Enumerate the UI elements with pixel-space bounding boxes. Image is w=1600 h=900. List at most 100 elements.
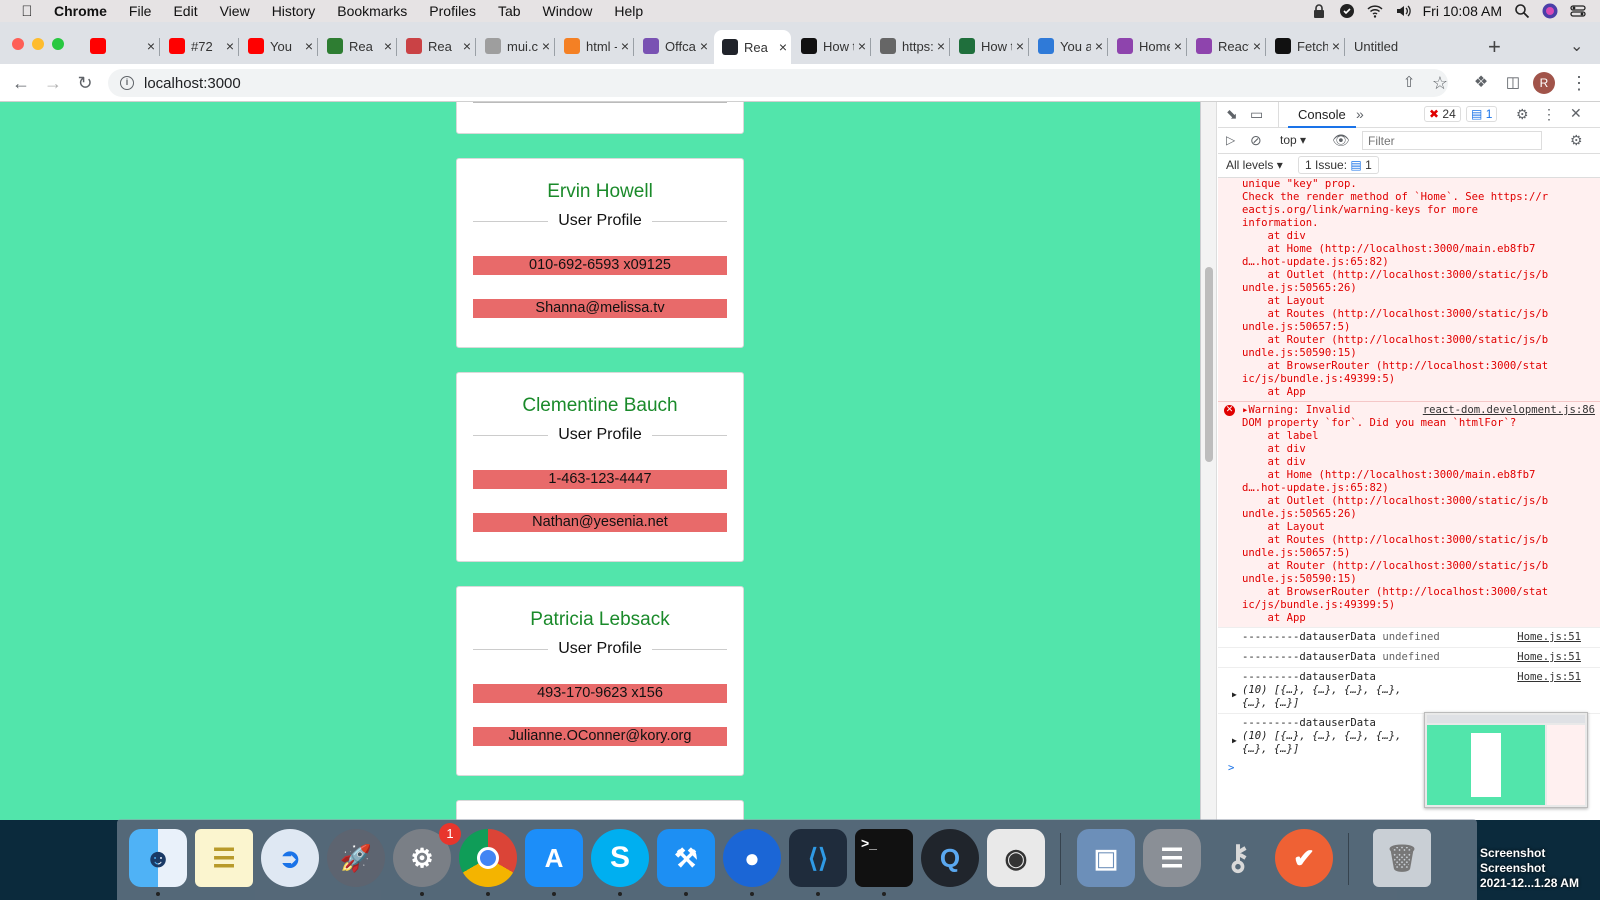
inspect-element-icon[interactable]: ⬊ xyxy=(1226,106,1238,123)
menu-bar-clock[interactable]: Fri 10:08 AM xyxy=(1423,3,1502,19)
close-tab-icon[interactable]: × xyxy=(700,38,708,54)
close-tab-icon[interactable]: × xyxy=(1253,38,1261,54)
menu-edit[interactable]: Edit xyxy=(173,3,197,19)
menu-app-chrome[interactable]: Chrome xyxy=(54,3,107,19)
menu-window[interactable]: Window xyxy=(543,3,593,19)
close-tab-icon[interactable]: × xyxy=(384,38,392,54)
log-array-preview[interactable]: {…}, {…}] xyxy=(1242,697,1595,710)
devtools-menu-icon[interactable]: ⋮ xyxy=(1542,106,1556,123)
database-icon[interactable]: ☰ xyxy=(1143,829,1201,887)
screenshot-thumbnail-preview[interactable] xyxy=(1424,712,1588,808)
control-center-icon[interactable] xyxy=(1570,3,1586,19)
live-expression-eye-icon[interactable]: 👁 xyxy=(1332,132,1350,149)
menu-view[interactable]: View xyxy=(220,3,250,19)
keychain-icon[interactable]: ⚷ xyxy=(1209,829,1267,887)
expand-triangle-icon[interactable]: ▶ xyxy=(1232,688,1237,701)
settings-gear-icon[interactable]: ⚙ xyxy=(1516,106,1529,123)
close-tab-icon[interactable]: × xyxy=(621,38,629,54)
close-tab-icon[interactable]: × xyxy=(542,38,550,54)
tab-console[interactable]: Console xyxy=(1288,102,1356,128)
browser-tab[interactable]: Offcanv× xyxy=(635,30,712,62)
desktop-screenshot-files[interactable]: Screenshot Screenshot 2021-12...1.28 AM xyxy=(1480,846,1600,891)
preview-icon[interactable]: ▣ xyxy=(1077,829,1135,887)
device-toolbar-icon[interactable]: ▭ xyxy=(1250,106,1263,123)
console-filter-input[interactable] xyxy=(1362,131,1542,150)
expand-triangle-icon[interactable]: ▶ xyxy=(1232,734,1237,747)
siri-icon[interactable] xyxy=(1542,3,1558,19)
sourcetree-icon[interactable]: ● xyxy=(723,829,781,887)
browser-tab[interactable]: How to× xyxy=(793,30,870,62)
browser-tab[interactable]: #72 × xyxy=(161,30,238,62)
error-source-link[interactable]: react-dom.development.js:86 xyxy=(1423,404,1595,417)
log-source-link[interactable]: Home.js:51 xyxy=(1517,631,1581,644)
menu-help[interactable]: Help xyxy=(614,3,643,19)
browser-tab[interactable]: https://× xyxy=(872,30,949,62)
menu-tab[interactable]: Tab xyxy=(498,3,521,19)
messages-badge[interactable]: ▤ 1 xyxy=(1466,106,1498,122)
scrollbar-thumb[interactable] xyxy=(1205,267,1213,462)
postman-icon[interactable]: ✔ xyxy=(1275,829,1333,887)
side-panel-icon[interactable]: ◫ xyxy=(1502,72,1524,94)
shield-check-icon[interactable] xyxy=(1339,3,1355,19)
close-tab-icon[interactable]: × xyxy=(937,38,945,54)
apple-menu-icon[interactable]:  xyxy=(18,3,36,20)
notes-icon[interactable]: ☰ xyxy=(195,829,253,887)
issues-button[interactable]: 1 Issue: ▤ 1 xyxy=(1298,156,1379,174)
log-source-link[interactable]: Home.js:51 xyxy=(1517,671,1581,684)
menu-file[interactable]: File xyxy=(129,3,152,19)
extensions-puzzle-icon[interactable]: ❖ xyxy=(1470,72,1492,94)
page-scrollbar[interactable] xyxy=(1201,102,1217,820)
safari-icon[interactable]: ➲ xyxy=(261,829,319,887)
close-tab-icon[interactable]: × xyxy=(147,38,155,54)
errors-badge[interactable]: ✖ 24 xyxy=(1424,106,1461,122)
browser-tab[interactable]: Rea × xyxy=(714,30,791,64)
clear-console-icon[interactable]: ⊘ xyxy=(1250,132,1262,149)
context-selector[interactable]: top ▾ xyxy=(1280,133,1306,147)
xcode-icon[interactable]: ⚒ xyxy=(657,829,715,887)
browser-tab[interactable]: You × xyxy=(240,30,317,62)
sidebar-toggle-icon[interactable]: ▷ xyxy=(1226,133,1235,147)
share-icon[interactable]: ⇧ xyxy=(1398,72,1420,94)
close-tab-icon[interactable]: × xyxy=(1332,38,1340,54)
browser-tab[interactable]: Untitled xyxy=(1346,30,1423,62)
wifi-icon[interactable] xyxy=(1367,3,1383,19)
browser-tab[interactable]: Fetch A× xyxy=(1267,30,1344,62)
back-arrow-icon[interactable]: ← xyxy=(10,72,32,94)
window-maximize-button[interactable] xyxy=(52,38,64,50)
close-tab-icon[interactable]: × xyxy=(1016,38,1024,54)
chrome-menu-icon[interactable]: ⋮ xyxy=(1568,72,1590,94)
forward-arrow-icon[interactable]: → xyxy=(42,72,64,94)
profile-avatar[interactable]: R xyxy=(1533,72,1555,94)
close-tab-icon[interactable]: × xyxy=(779,39,787,55)
menu-history[interactable]: History xyxy=(272,3,316,19)
reload-icon[interactable]: ↻ xyxy=(74,72,96,94)
browser-tab[interactable]: html - F× xyxy=(556,30,633,62)
address-bar-url[interactable]: localhost:3000 xyxy=(144,75,241,92)
browser-tab[interactable]: How to× xyxy=(951,30,1028,62)
log-levels-dropdown[interactable]: All levels ▾ xyxy=(1226,158,1283,172)
close-tab-icon[interactable]: × xyxy=(305,38,313,54)
browser-tab[interactable]: × xyxy=(82,30,159,62)
menu-profiles[interactable]: Profiles xyxy=(429,3,476,19)
chrome-icon[interactable] xyxy=(459,829,517,887)
browser-tab[interactable]: You are× xyxy=(1030,30,1107,62)
trash-icon[interactable]: 🗑 xyxy=(1373,829,1431,887)
window-minimize-button[interactable] xyxy=(32,38,44,50)
log-array-preview[interactable]: (10) [{…}, {…}, {…}, {…}, xyxy=(1242,684,1595,697)
browser-tab[interactable]: Rea × xyxy=(319,30,396,62)
menu-bookmarks[interactable]: Bookmarks xyxy=(337,3,407,19)
skype-icon[interactable]: S xyxy=(591,829,649,887)
bookmark-star-icon[interactable]: ☆ xyxy=(1429,72,1451,94)
close-tab-icon[interactable]: × xyxy=(1095,38,1103,54)
close-tab-icon[interactable]: × xyxy=(463,38,471,54)
browser-tab[interactable]: React F× xyxy=(1188,30,1265,62)
quicktime-icon[interactable]: Q xyxy=(921,829,979,887)
new-tab-button[interactable]: + xyxy=(1488,34,1501,60)
browser-tab[interactable]: mui.cor× xyxy=(477,30,554,62)
launchpad-icon[interactable]: 🚀 xyxy=(327,829,385,887)
vscode-icon[interactable]: ⟨⟩ xyxy=(789,829,847,887)
browser-tab[interactable]: Rea × xyxy=(398,30,475,62)
console-settings-gear-icon[interactable]: ⚙ xyxy=(1570,132,1583,149)
screenshot-icon[interactable]: ◉ xyxy=(987,829,1045,887)
more-tabs-icon[interactable]: » xyxy=(1356,106,1364,122)
